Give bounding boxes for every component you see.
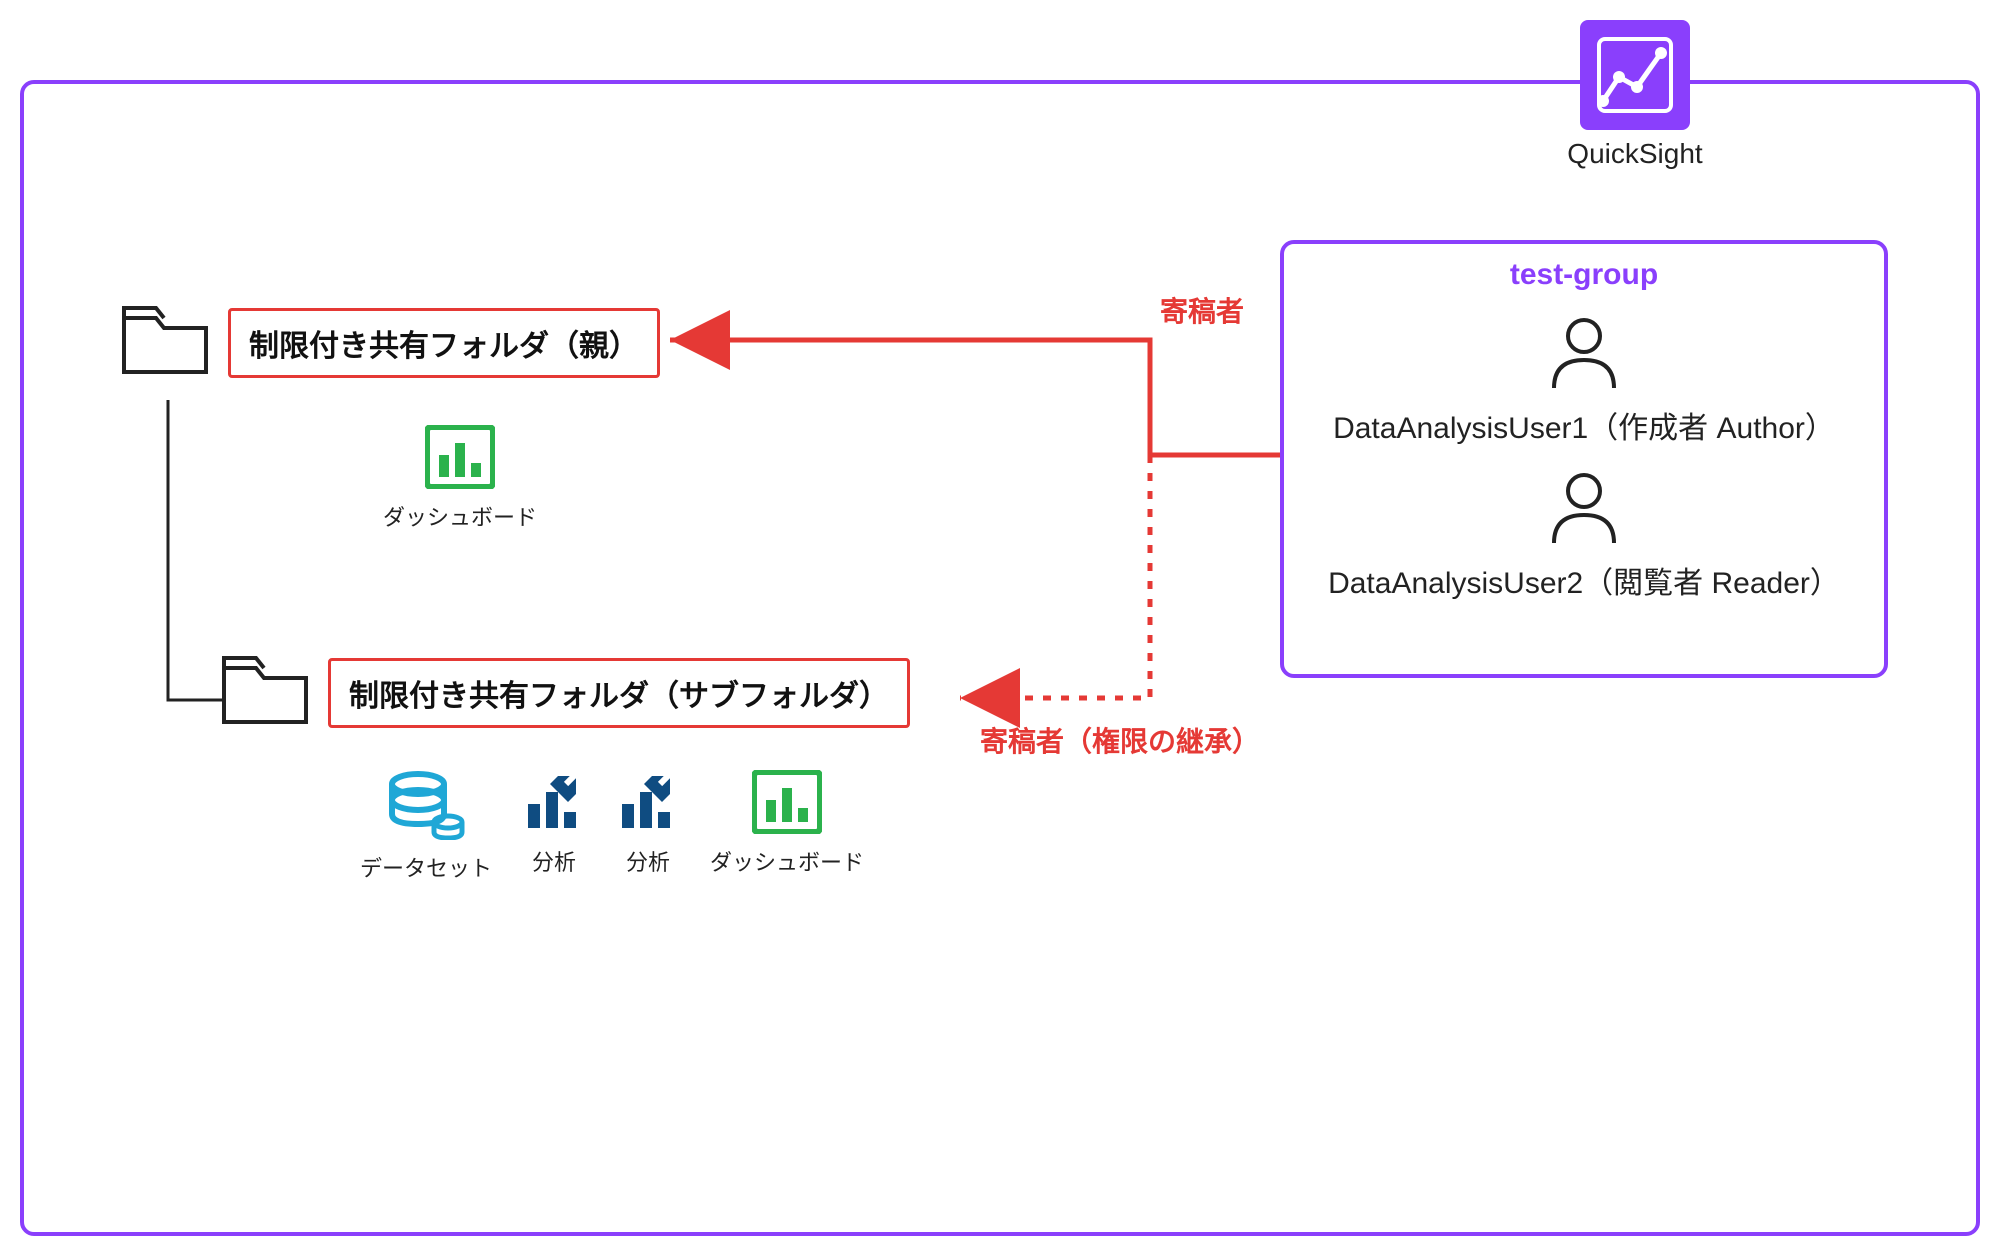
analysis-item-1: 分析	[522, 770, 586, 877]
analysis-label-1: 分析	[522, 845, 586, 877]
dashboard-label: ダッシュボード	[260, 500, 660, 532]
dataset-item: データセット	[360, 770, 492, 883]
dataset-icon	[386, 770, 466, 840]
analysis-icon	[616, 770, 680, 834]
parent-folder-row: 制限付き共有フォルダ（親）	[120, 300, 660, 385]
analysis-item-2: 分析	[616, 770, 680, 877]
parent-folder-title: 制限付き共有フォルダ（親）	[228, 308, 660, 378]
subfolder-children: データセット 分析 分析	[360, 770, 864, 883]
role-contributor-inherited: 寄稿者（権限の継承）	[980, 720, 1260, 760]
connectors	[0, 0, 2000, 1256]
dashboard-item-2: ダッシュボード	[710, 770, 864, 877]
analysis-icon	[522, 770, 586, 834]
dashboard-item: ダッシュボード	[260, 425, 660, 532]
parent-folder-children: ダッシュボード	[260, 425, 660, 532]
dashboard-icon	[752, 770, 822, 834]
analysis-label-2: 分析	[616, 845, 680, 877]
dataset-label: データセット	[360, 851, 492, 883]
dashboard-label-2: ダッシュボード	[710, 845, 864, 877]
dashboard-icon	[425, 425, 495, 489]
subfolder-title: 制限付き共有フォルダ（サブフォルダ）	[328, 658, 910, 728]
folder-icon	[120, 300, 210, 385]
folder-icon	[220, 650, 310, 735]
role-contributor: 寄稿者	[1160, 290, 1244, 330]
subfolder-row: 制限付き共有フォルダ（サブフォルダ）	[220, 650, 910, 735]
